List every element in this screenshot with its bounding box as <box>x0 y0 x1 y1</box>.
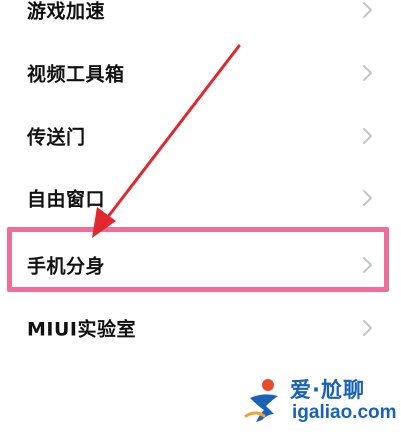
chevron-right-icon <box>362 256 373 274</box>
watermark-url: igaliao.com <box>292 402 397 423</box>
setting-row-game-boost[interactable]: 游戏加速 <box>0 0 401 35</box>
setting-row-free-window[interactable]: 自由窗口 <box>0 173 401 223</box>
watermark-logo-icon <box>244 379 278 422</box>
chevron-right-icon <box>362 189 373 207</box>
watermark-title: 爱·尬聊 <box>290 378 365 402</box>
chevron-right-icon <box>362 127 373 145</box>
setting-label: 传送门 <box>27 126 86 149</box>
setting-row-video-toolbox[interactable]: 视频工具箱 <box>0 48 401 98</box>
chevron-right-icon <box>362 319 373 337</box>
chevron-right-icon <box>362 1 373 19</box>
setting-label: 游戏加速 <box>27 0 106 23</box>
setting-label: 手机分身 <box>27 255 106 278</box>
setting-label: MIUI实验室 <box>27 318 136 341</box>
setting-label: 视频工具箱 <box>27 63 125 86</box>
setting-row-miui-lab[interactable]: MIUI实验室 <box>0 303 401 353</box>
setting-row-portal[interactable]: 传送门 <box>0 111 401 161</box>
setting-label: 自由窗口 <box>27 188 106 211</box>
setting-row-second-space[interactable]: 手机分身 <box>0 240 401 290</box>
watermark: 爱·尬聊 igaliao.com <box>244 372 397 430</box>
chevron-right-icon <box>362 64 373 82</box>
